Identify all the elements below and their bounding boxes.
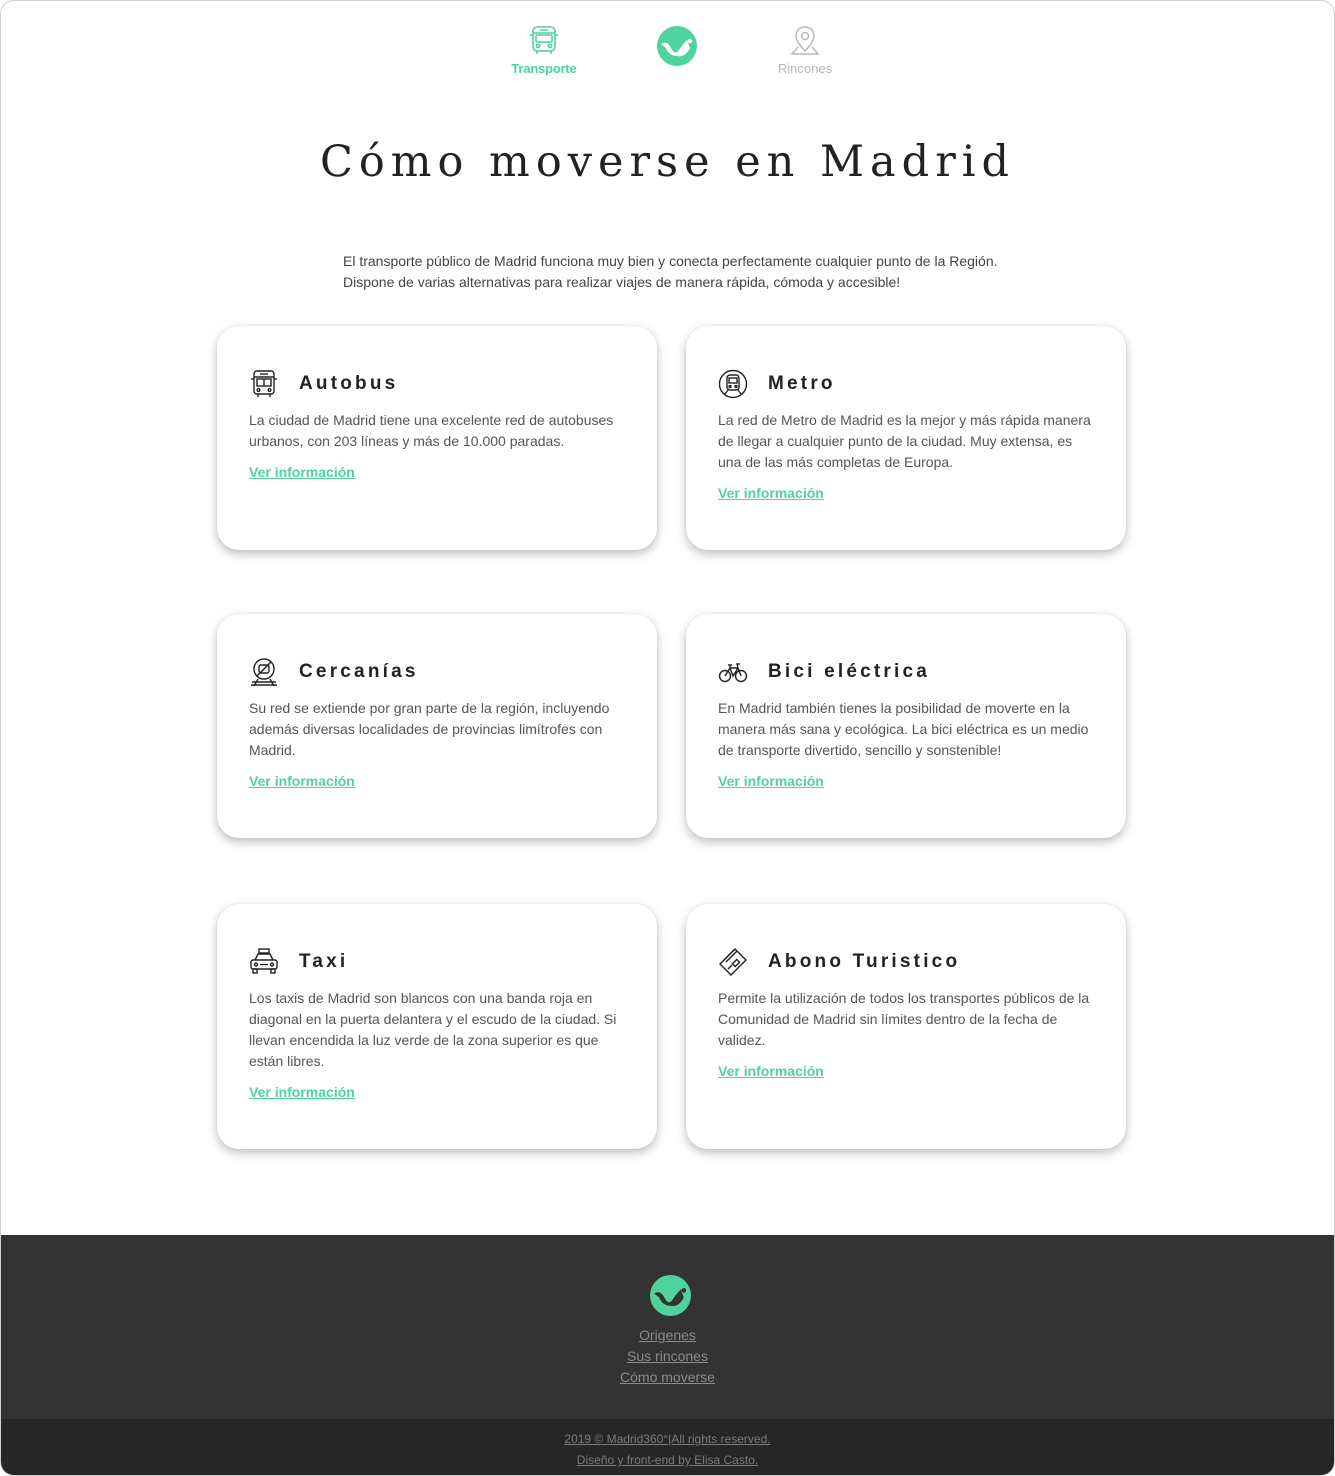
- footer: Origenes Sus rincones Cómo moverse: [1, 1235, 1334, 1419]
- card-title: Metro: [768, 373, 836, 394]
- nav-transporte-label: Transporte: [511, 61, 577, 76]
- card-text: Los taxis de Madrid son blancos con una …: [249, 990, 617, 1069]
- footer-link-sus-rincones[interactable]: Sus rincones: [1, 1346, 1334, 1367]
- card-autobus: Autobus La ciudad de Madrid tiene una ex…: [217, 326, 657, 550]
- nav-transporte[interactable]: Transporte: [499, 23, 589, 76]
- copyright-link[interactable]: 2019 © Madrid360°|All rights reserved.: [1, 1429, 1334, 1450]
- intro-paragraph: El transporte público de Madrid funciona…: [343, 251, 1043, 293]
- ver-informacion-link[interactable]: Ver información: [249, 464, 355, 480]
- card-text: La red de Metro de Madrid es la mejor y …: [718, 412, 1091, 470]
- card-metro: Metro La red de Metro de Madrid es la me…: [686, 326, 1126, 550]
- madrid360-logo-icon: [650, 1275, 691, 1316]
- footer-link-como-moverse[interactable]: Cómo moverse: [1, 1367, 1334, 1388]
- card-title: Cercanías: [299, 661, 419, 682]
- credit-link[interactable]: Diseño y front-end by Elisa Casto.: [1, 1450, 1334, 1471]
- map-pin-icon: [790, 26, 820, 55]
- ver-informacion-link[interactable]: Ver información: [249, 1084, 355, 1100]
- card-text: Permite la utilización de todos los tran…: [718, 990, 1090, 1048]
- card-title: Bici eléctrica: [768, 661, 931, 682]
- card-taxi: Taxi Los taxis de Madrid son blancos con…: [217, 904, 657, 1149]
- card-bici-electrica: Bici eléctrica En Madrid también tienes …: [686, 614, 1126, 838]
- card-icon: [719, 948, 747, 976]
- taxi-icon: [250, 948, 278, 974]
- card-title: Autobus: [299, 373, 399, 394]
- top-nav: Transporte Rincones: [1, 23, 1334, 83]
- intro-line-1: El transporte público de Madrid funciona…: [343, 253, 998, 269]
- intro-line-2: Dispone de varias alternativas para real…: [343, 274, 901, 290]
- card-abono-turistico: Abono Turistico Permite la utilización d…: [686, 904, 1126, 1149]
- bus-icon: [251, 370, 277, 397]
- bus-icon: [530, 26, 558, 54]
- madrid360-logo-icon: [657, 26, 697, 66]
- footer-link-origenes[interactable]: Origenes: [1, 1325, 1334, 1346]
- card-title: Abono Turistico: [768, 951, 961, 972]
- bicycle-icon: [718, 663, 748, 683]
- metro-icon: [718, 369, 748, 399]
- page-frame: Transporte Rincones Cómo moverse en Madr…: [0, 0, 1335, 1476]
- footer-links: Origenes Sus rincones Cómo moverse: [1, 1325, 1334, 1388]
- ver-informacion-link[interactable]: Ver información: [718, 773, 824, 789]
- card-title: Taxi: [299, 951, 349, 972]
- page-title: Cómo moverse en Madrid: [319, 137, 1016, 187]
- card-text: Su red se extiende por gran parte de la …: [249, 700, 610, 758]
- ver-informacion-link[interactable]: Ver información: [249, 773, 355, 789]
- sub-footer: 2019 © Madrid360°|All rights reserved. D…: [1, 1419, 1334, 1475]
- nav-rincones-label: Rincones: [777, 61, 833, 76]
- nav-rincones[interactable]: Rincones: [760, 23, 850, 76]
- ver-informacion-link[interactable]: Ver información: [718, 1063, 824, 1079]
- card-text: La ciudad de Madrid tiene una excelente …: [249, 412, 614, 449]
- card-text: En Madrid también tienes la posibilidad …: [718, 700, 1089, 758]
- ver-informacion-link[interactable]: Ver información: [718, 485, 824, 501]
- card-cercanias: Cercanías Su red se extiende por gran pa…: [217, 614, 657, 838]
- train-icon: [251, 658, 277, 687]
